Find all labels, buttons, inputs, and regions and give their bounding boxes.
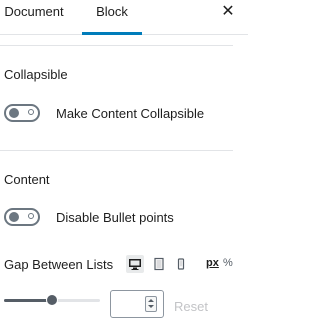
bullet-points-toggle[interactable] — [4, 208, 40, 226]
desktop-icon[interactable] — [126, 255, 144, 273]
tablet-icon[interactable] — [150, 255, 168, 273]
tab-block[interactable]: Block — [82, 0, 142, 35]
divider — [0, 45, 233, 46]
mobile-icon[interactable] — [172, 255, 190, 273]
divider — [0, 150, 233, 151]
bullet-points-toggle-label[interactable]: Disable Bullet points — [56, 210, 174, 225]
collapsible-toggle[interactable] — [4, 104, 40, 122]
collapsible-toggle-label[interactable]: Make Content Collapsible — [56, 106, 204, 121]
reset-button[interactable]: Reset — [174, 299, 208, 314]
gap-range-fill — [4, 299, 52, 302]
unit-px-button[interactable]: px — [206, 257, 219, 269]
spin-down-icon[interactable] — [146, 304, 156, 311]
toggle-knob — [9, 108, 19, 118]
number-spinner — [145, 296, 157, 312]
toggle-off-indicator — [28, 109, 34, 115]
unit-percent-button[interactable]: % — [223, 257, 233, 269]
sidebar-tabs: Document Block ✕ — [0, 0, 248, 35]
section-heading-content: Content — [4, 172, 50, 187]
gap-range-thumb[interactable] — [46, 294, 58, 306]
gap-between-lists-label: Gap Between Lists — [4, 257, 114, 272]
toggle-knob — [9, 212, 19, 222]
tab-document[interactable]: Document — [0, 0, 68, 35]
spin-up-icon[interactable] — [146, 297, 156, 304]
close-icon[interactable]: ✕ — [218, 2, 238, 22]
section-heading-collapsible: Collapsible — [4, 67, 68, 82]
toggle-off-indicator — [28, 213, 34, 219]
